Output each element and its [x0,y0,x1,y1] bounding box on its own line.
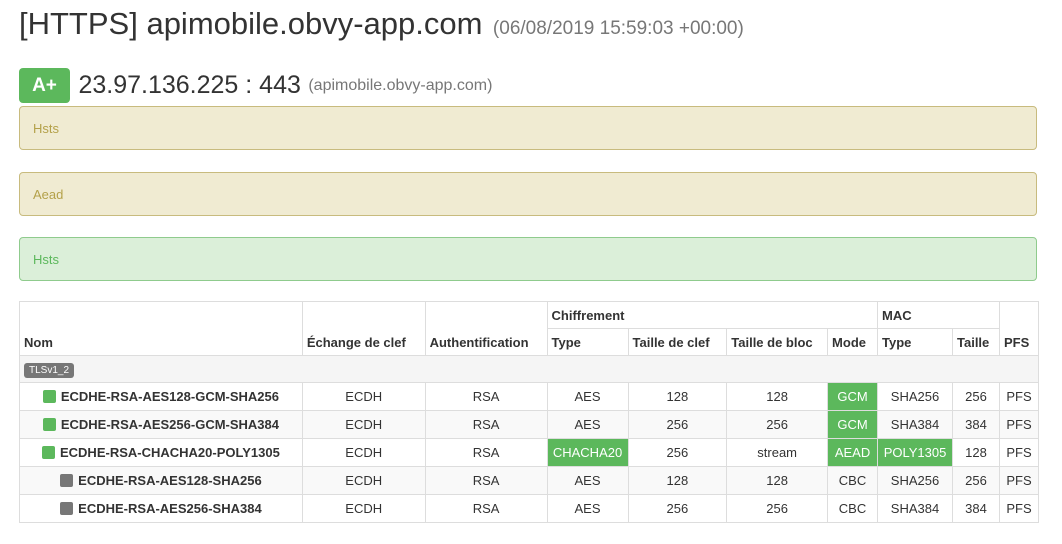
block-size-cell: 256 [726,494,829,523]
pfs-cell: PFS [998,466,1040,495]
kx-cell: ECDH [301,382,426,411]
col-mode: Mode [827,328,879,356]
enc-cell: AES [546,382,629,411]
table-row: ECDHE-RSA-CHACHA20-POLY1305 ECDH RSA CHA… [19,438,1040,467]
endpoint-host: (apimobile.obvy-app.com) [308,76,493,94]
protocol-group-row: TLSv1_2 [19,355,1039,383]
cipher-name: ECDHE-RSA-AES256-SHA384 [78,501,262,516]
enc-cell: AES [546,494,629,523]
block-size-cell: 128 [726,466,829,495]
col-echange: Échange de clef [301,301,426,356]
key-size-cell: 128 [627,382,728,411]
col-mac: MAC [877,301,1000,329]
enc-cell: CHACHA20 [546,438,629,467]
mac-type-cell: SHA256 [877,382,953,411]
table-row: ECDHE-RSA-AES256-GCM-SHA384 ECDH RSA AES… [19,410,1040,439]
status-good-icon [42,418,56,431]
alert-hsts-success: Hsts [19,237,1037,281]
mac-size-cell: 256 [952,466,1000,495]
col-mac-type: Type [877,328,953,356]
alert-aead-warning: Aead [19,172,1037,216]
cipher-name: ECDHE-RSA-AES128-SHA256 [78,473,262,488]
mode-cell: CBC [827,466,879,495]
col-enc-type: Type [546,328,629,356]
cipher-name: ECDHE-RSA-AES256-GCM-SHA384 [60,417,279,432]
status-neutral-icon [60,502,74,515]
enc-cell: AES [546,410,629,439]
enc-cell: AES [546,466,629,495]
col-auth: Authentification [424,301,548,356]
protocol-badge: TLSv1_2 [24,362,75,378]
col-nom: Nom [19,301,303,356]
table-row: ECDHE-RSA-AES256-SHA384 ECDH RSA AES 256… [19,494,1040,523]
mode-cell: AEAD [827,438,879,467]
endpoint-address: 23.97.136.225 : 443 [78,71,301,99]
block-size-cell: 128 [726,382,829,411]
table-row: ECDHE-RSA-AES128-SHA256 ECDH RSA AES 128… [19,466,1040,495]
mac-size-cell: 256 [952,382,1000,411]
col-chiffrement: Chiffrement [546,301,879,329]
page-header: [HTTPS] apimobile.obvy-app.com (06/08/20… [19,6,744,42]
key-size-cell: 256 [627,438,728,467]
pfs-cell: PFS [998,410,1040,439]
col-key-size: Taille de clef [627,328,728,356]
kx-cell: ECDH [301,410,426,439]
mac-size-cell: 128 [952,438,1000,467]
auth-cell: RSA [424,438,548,467]
auth-cell: RSA [424,410,548,439]
grade-badge: A+ [19,68,70,103]
pfs-cell: PFS [998,438,1040,467]
block-size-cell: stream [726,438,829,467]
pfs-cell: PFS [998,494,1040,523]
mac-size-cell: 384 [952,494,1000,523]
mac-type-cell: POLY1305 [877,438,953,467]
kx-cell: ECDH [301,494,426,523]
col-block-size: Taille de bloc [726,328,829,356]
col-pfs: PFS [998,301,1040,356]
mode-cell: GCM [827,410,879,439]
alert-hsts-warning: Hsts [19,106,1037,150]
mac-type-cell: SHA384 [877,494,953,523]
mac-type-cell: SHA384 [877,410,953,439]
key-size-cell: 128 [627,466,728,495]
key-size-cell: 256 [627,410,728,439]
cipher-name: ECDHE-RSA-AES128-GCM-SHA256 [60,389,279,404]
auth-cell: RSA [424,382,548,411]
status-good-icon [41,446,55,459]
auth-cell: RSA [424,494,548,523]
kx-cell: ECDH [301,438,426,467]
mac-size-cell: 384 [952,410,1000,439]
auth-cell: RSA [424,466,548,495]
status-neutral-icon [60,474,74,487]
key-size-cell: 256 [627,494,728,523]
cipher-table: Nom Échange de clef Authentification Chi… [19,301,1040,523]
kx-cell: ECDH [301,466,426,495]
grade-row: A+ 23.97.136.225 : 443 (apimobile.obvy-a… [19,68,492,103]
table-row: ECDHE-RSA-AES128-GCM-SHA256 ECDH RSA AES… [19,382,1040,411]
block-size-cell: 256 [726,410,829,439]
pfs-cell: PFS [998,382,1040,411]
mode-cell: GCM [827,382,879,411]
mac-type-cell: SHA256 [877,466,953,495]
page-title: [HTTPS] apimobile.obvy-app.com [19,6,483,41]
cipher-name: ECDHE-RSA-CHACHA20-POLY1305 [59,445,280,460]
scan-date: (06/08/2019 15:59:03 +00:00) [492,18,744,39]
col-mac-size: Taille [952,328,1000,356]
status-good-icon [42,390,56,403]
mode-cell: CBC [827,494,879,523]
